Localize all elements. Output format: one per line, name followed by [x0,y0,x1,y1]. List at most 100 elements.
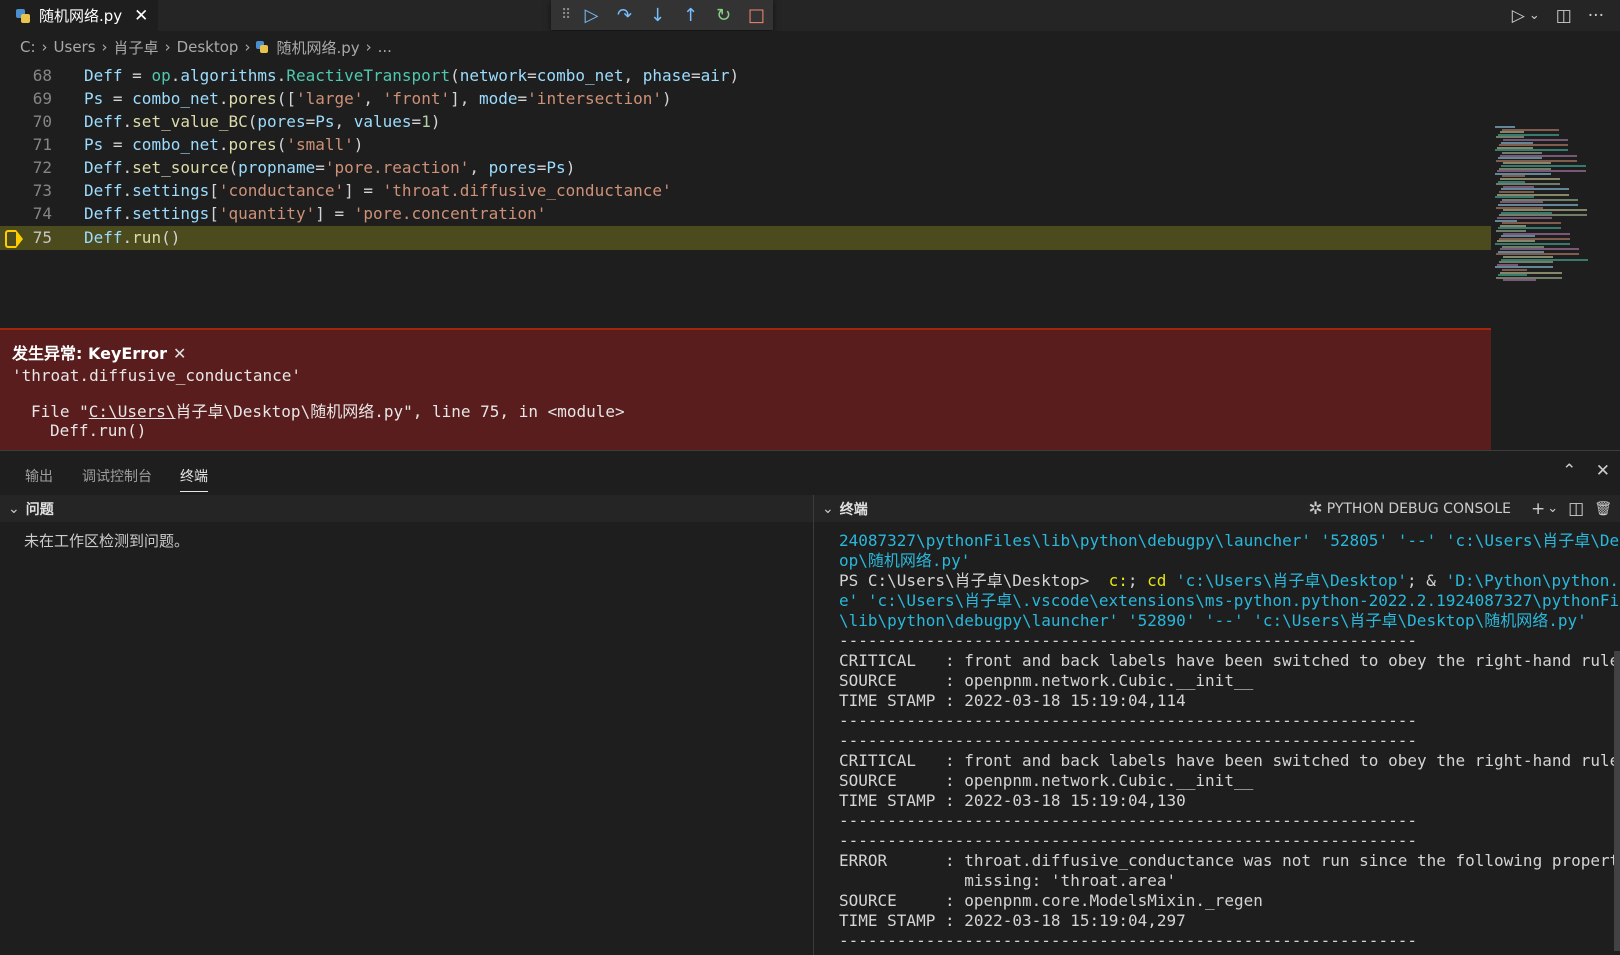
trash-icon[interactable]: 🗑 [1594,501,1612,517]
drag-handle-icon[interactable]: ⠿ [561,7,575,23]
code-line[interactable]: 73 Deff.settings['conductance'] = 'throat… [0,179,1491,203]
code-line[interactable]: 75 Deff.run() [0,226,1491,250]
minimap[interactable] [1495,126,1605,286]
code-text: Deff.run() [84,228,181,247]
code-text: Deff.set_value_BC(pores=Ps, values=1) [84,112,441,131]
terminal-line: ERROR : throat.diffusive_conductance was… [839,851,1620,870]
terminal-header[interactable]: ⌄ 终端 ✲ PYTHON DEBUG CONSOLE + ⌄ ◫ 🗑 [814,495,1620,522]
step-over-icon[interactable]: ↷ [608,5,641,26]
terminal-line: SOURCE : openpnm.network.Cubic.__init__ [839,671,1254,690]
code-text: Deff.set_source(propname='pore.reaction'… [84,158,576,177]
continue-icon[interactable]: ▷ [575,5,608,26]
code-line[interactable]: 70 Deff.set_value_BC(pores=Ps, values=1) [0,110,1491,134]
editor-actions: ▷ ⌄ ◫ ··· [1512,0,1620,31]
code-text: Ps = combo_net.pores('small') [84,135,364,154]
terminal-line: op\随机网络.py' [839,551,971,570]
terminal-line: TIME STAMP : 2022-03-18 15:19:04,130 [839,791,1186,810]
stop-icon[interactable]: □ [740,5,773,26]
terminal-header-label: 终端 [839,501,868,518]
restart-icon[interactable]: ↻ [707,5,740,26]
step-out-icon[interactable]: ↑ [674,5,707,26]
breadcrumb-item[interactable]: ... [378,38,392,56]
split-terminal-icon[interactable]: ◫ [1568,499,1584,519]
terminal-line: ----------------------------------------… [839,931,1417,950]
exception-widget: 发生异常: KeyError ✕ 'throat.diffusive_conduc… [0,328,1491,450]
terminal-line: TIME STAMP : 2022-03-18 15:19:04,114 [839,691,1186,710]
breadcrumb: C: › Users › 肖子卓 › Desktop › 随机网络.py › ... [0,31,1620,63]
breadcrumb-item[interactable]: 肖子卓 [114,37,159,58]
terminal-line: CRITICAL : front and back labels have be… [839,751,1620,770]
run-icon[interactable]: ▷ [1512,6,1525,26]
trace-file-link[interactable]: C:\Users\ [89,402,176,421]
tab-output[interactable]: 输出 [25,466,53,486]
problems-header-label: 问题 [25,501,54,518]
exception-message: 'throat.diffusive_conductance' [12,366,301,385]
chevron-right-icon: › [365,38,372,56]
code-editor[interactable]: 68 Deff = op.algorithms.ReactiveTransport… [0,63,1620,450]
code-line[interactable]: 74 Deff.settings['quantity'] = 'pore.conc… [0,202,1491,226]
chevron-right-icon: › [164,38,171,56]
close-panel-icon[interactable]: ✕ [1596,461,1610,481]
debug-toolbar: ⠿ ▷ ↷ ↓ ↑ ↻ □ [551,0,773,30]
tab-debug-console[interactable]: 调试控制台 [82,466,152,486]
tab-bar: 随机网络.py ✕ ⠿ ▷ ↷ ↓ ↑ ↻ □ ▷ ⌄ ◫ ··· [0,0,1620,31]
step-into-icon[interactable]: ↓ [641,5,674,26]
code-line[interactable]: 69 Ps = combo_net.pores(['large', 'front'… [0,87,1491,111]
breadcrumb-item[interactable]: Users [54,38,96,56]
close-tab-icon[interactable]: ✕ [134,6,148,26]
line-number[interactable]: 68 [0,64,52,88]
breadcrumb-item[interactable]: Desktop [177,38,239,56]
code-text: Deff.settings['conductance'] = 'throat.d… [84,181,672,200]
line-number[interactable]: 74 [0,202,52,226]
terminal-line: SOURCE : openpnm.network.Cubic.__init__ [839,771,1254,790]
maximize-panel-icon[interactable]: ⌃ [1562,461,1576,481]
python-file-icon [256,41,269,53]
terminal-scrollbar[interactable] [1614,651,1620,951]
split-editor-icon[interactable]: ◫ [1556,6,1572,26]
terminal-line: e' 'c:\Users\肖子卓\.vscode\extensions\ms-p… [839,591,1620,610]
run-dropdown-icon[interactable]: ⌄ [1529,8,1540,23]
terminal-line: TIME STAMP : 2022-03-18 15:19:04,297 [839,911,1186,930]
terminal-line: PS C:\Users\肖子卓\Desktop> c:; cd 'c:\User… [839,571,1620,590]
terminal-line: SOURCE : openpnm.core.ModelsMixin._regen [839,891,1263,910]
panel-tabs: 输出 调试控制台 终端 ⌃ ✕ [0,451,1620,495]
bottom-panel: 输出 调试控制台 终端 ⌃ ✕ ⌄ 问题 未在工作区检测到问题。 ⌄ 终端 ✲ PY… [0,450,1620,955]
editor-tab[interactable]: 随机网络.py ✕ [0,0,158,31]
terminal-instance-label[interactable]: PYTHON DEBUG CONSOLE [1327,501,1511,517]
terminal-dropdown-icon[interactable]: ⌄ [1547,501,1558,516]
trace-prefix: File " [31,402,89,421]
new-terminal-icon[interactable]: + [1531,499,1545,519]
python-file-icon [16,8,30,23]
minimap-line [1503,279,1536,282]
code-text: Deff.settings['quantity'] = 'pore.concen… [84,204,547,223]
tab-terminal[interactable]: 终端 [180,466,208,492]
tab-label: 随机网络.py [39,7,123,25]
terminal-actions: ✲ PYTHON DEBUG CONSOLE + ⌄ ◫ 🗑 [1308,495,1612,522]
problems-view: ⌄ 问题 未在工作区检测到问题。 [0,495,813,955]
breadcrumb-item[interactable]: C: [20,38,36,56]
chevron-right-icon: › [244,38,251,56]
problems-header[interactable]: ⌄ 问题 [0,495,813,522]
chevron-down-icon: ⌄ [8,500,20,517]
chevron-down-icon: ⌄ [822,500,834,517]
line-number[interactable]: 72 [0,156,52,180]
line-number[interactable]: 73 [0,179,52,203]
code-line[interactable]: 72 Deff.set_source(propname='pore.reactio… [0,156,1491,180]
more-actions-icon[interactable]: ··· [1588,6,1604,26]
exception-title: 发生异常: KeyError ✕ [12,340,186,364]
panel-actions: ⌃ ✕ [1548,461,1610,481]
close-icon[interactable]: ✕ [173,344,186,363]
terminal-line: \lib\python\debugpy\launcher' '52890' '-… [839,611,1587,630]
terminal-view[interactable]: ⌄ 终端 ✲ PYTHON DEBUG CONSOLE + ⌄ ◫ 🗑 24087… [814,495,1620,955]
breadcrumb-item[interactable]: 随机网络.py [276,37,359,58]
line-number[interactable]: 71 [0,133,52,157]
line-number[interactable]: 69 [0,87,52,111]
terminal-line: ----------------------------------------… [839,811,1417,830]
terminal-line: CRITICAL : front and back labels have be… [839,651,1620,670]
chevron-right-icon: › [41,38,48,56]
line-number[interactable]: 70 [0,110,52,134]
code-line[interactable]: 71 Ps = combo_net.pores('small') [0,133,1491,157]
terminal-line: ----------------------------------------… [839,831,1417,850]
debug-icon: ✲ [1308,498,1323,519]
code-line[interactable]: 68 Deff = op.algorithms.ReactiveTransport… [0,64,1491,88]
